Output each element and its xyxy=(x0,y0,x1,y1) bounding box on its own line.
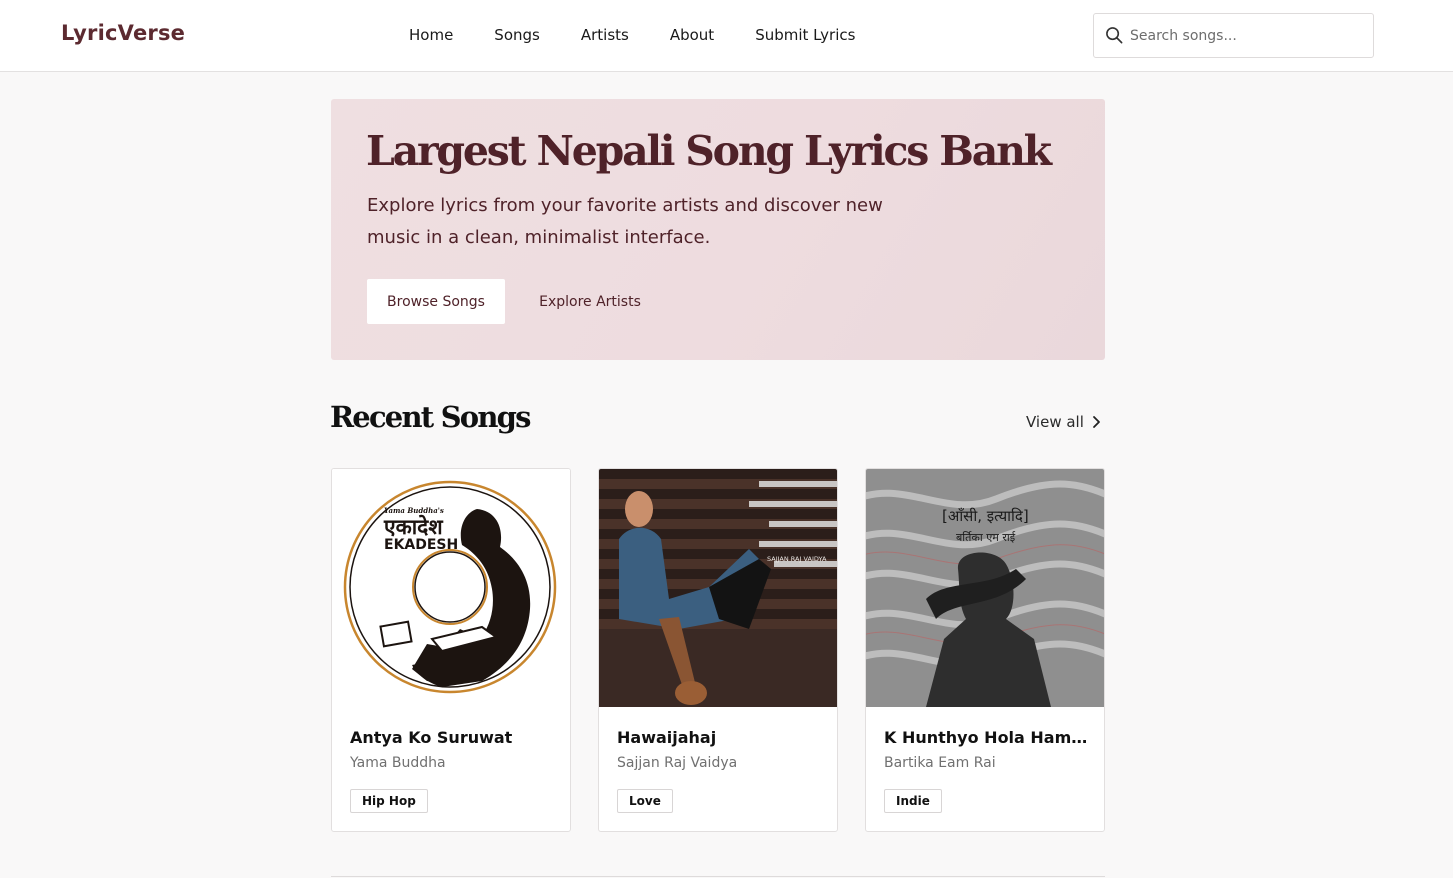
song-card-k-hunthyo-hola-hami[interactable]: [आँसी, इत्यादि] बर्तिका एम राई K Hunthyo… xyxy=(865,468,1105,832)
cover-artist-text: Yama Buddha's xyxy=(384,506,444,515)
album-cover-image[interactable]: [आँसी, इत्यादि] बर्तिका एम राई xyxy=(866,469,1104,707)
explore-artists-button[interactable]: Explore Artists xyxy=(521,279,659,324)
song-title[interactable]: Hawaijahaj xyxy=(617,728,822,747)
song-card-hawaijahaj[interactable]: SAJJAN RAJ VAIDYA Hawaijahaj Sajjan Raj … xyxy=(598,468,838,832)
recent-songs-heading: Recent Songs xyxy=(330,400,531,434)
view-all-link[interactable]: View all xyxy=(1026,413,1101,431)
album-cover-image[interactable]: Yama Buddha's एकादेश EKADESH xyxy=(332,469,570,707)
cover-artist-text: बर्तिका एम राई xyxy=(956,531,1016,544)
song-artist[interactable]: Yama Buddha xyxy=(350,755,446,771)
hawaijahaj-cover-art: SAJJAN RAJ VAIDYA xyxy=(599,469,837,707)
nav-link-songs[interactable]: Songs xyxy=(494,26,540,44)
nav-link-artists[interactable]: Artists xyxy=(581,26,629,44)
song-card-antya-ko-suruwat[interactable]: Yama Buddha's एकादेश EKADESH Antya Ko Su… xyxy=(331,468,571,832)
hero-subtitle: Explore lyrics from your favorite artist… xyxy=(367,195,883,248)
cover-artist-text: SAJJAN RAJ VAIDYA xyxy=(767,555,827,563)
main-nav: Home Songs Artists About Submit Lyrics xyxy=(409,26,896,44)
search-input[interactable] xyxy=(1130,23,1360,49)
nav-link-submit-lyrics[interactable]: Submit Lyrics xyxy=(755,26,855,44)
k-hunthyo-cover-art: [आँसी, इत्यादि] बर्तिका एम राई xyxy=(866,469,1104,707)
site-logo[interactable]: LyricVerse xyxy=(61,21,185,45)
genre-tag[interactable]: Love xyxy=(617,789,673,813)
search-box xyxy=(1093,13,1374,58)
song-title[interactable]: K Hunthyo Hola Hami... xyxy=(884,728,1089,747)
nav-link-about[interactable]: About xyxy=(670,26,714,44)
genre-tag[interactable]: Indie xyxy=(884,789,942,813)
nav-link-home[interactable]: Home xyxy=(409,26,453,44)
search-icon xyxy=(1106,27,1123,44)
album-cover-image[interactable]: SAJJAN RAJ VAIDYA xyxy=(599,469,837,707)
song-artist[interactable]: Sajjan Raj Vaidya xyxy=(617,755,737,771)
browse-songs-button[interactable]: Browse Songs xyxy=(367,279,505,324)
hero-banner: Largest Nepali Song Lyrics Bank Explore … xyxy=(331,99,1105,360)
cover-title-latin: EKADESH xyxy=(384,537,458,553)
genre-tag[interactable]: Hip Hop xyxy=(350,789,428,813)
song-artist[interactable]: Bartika Eam Rai xyxy=(884,755,996,771)
cover-title-devanagari: एकादेश xyxy=(383,514,443,539)
view-all-label: View all xyxy=(1026,413,1084,431)
cover-title-text: [आँसी, इत्यादि] xyxy=(942,507,1029,525)
section-divider xyxy=(331,876,1105,877)
chevron-right-icon xyxy=(1092,416,1100,428)
ekadesh-disc-art: Yama Buddha's एकादेश EKADESH xyxy=(343,480,557,694)
hero-title: Largest Nepali Song Lyrics Bank xyxy=(366,127,1052,175)
song-title[interactable]: Antya Ko Suruwat xyxy=(350,728,555,747)
top-navbar: LyricVerse Home Songs Artists About Subm… xyxy=(0,0,1453,72)
